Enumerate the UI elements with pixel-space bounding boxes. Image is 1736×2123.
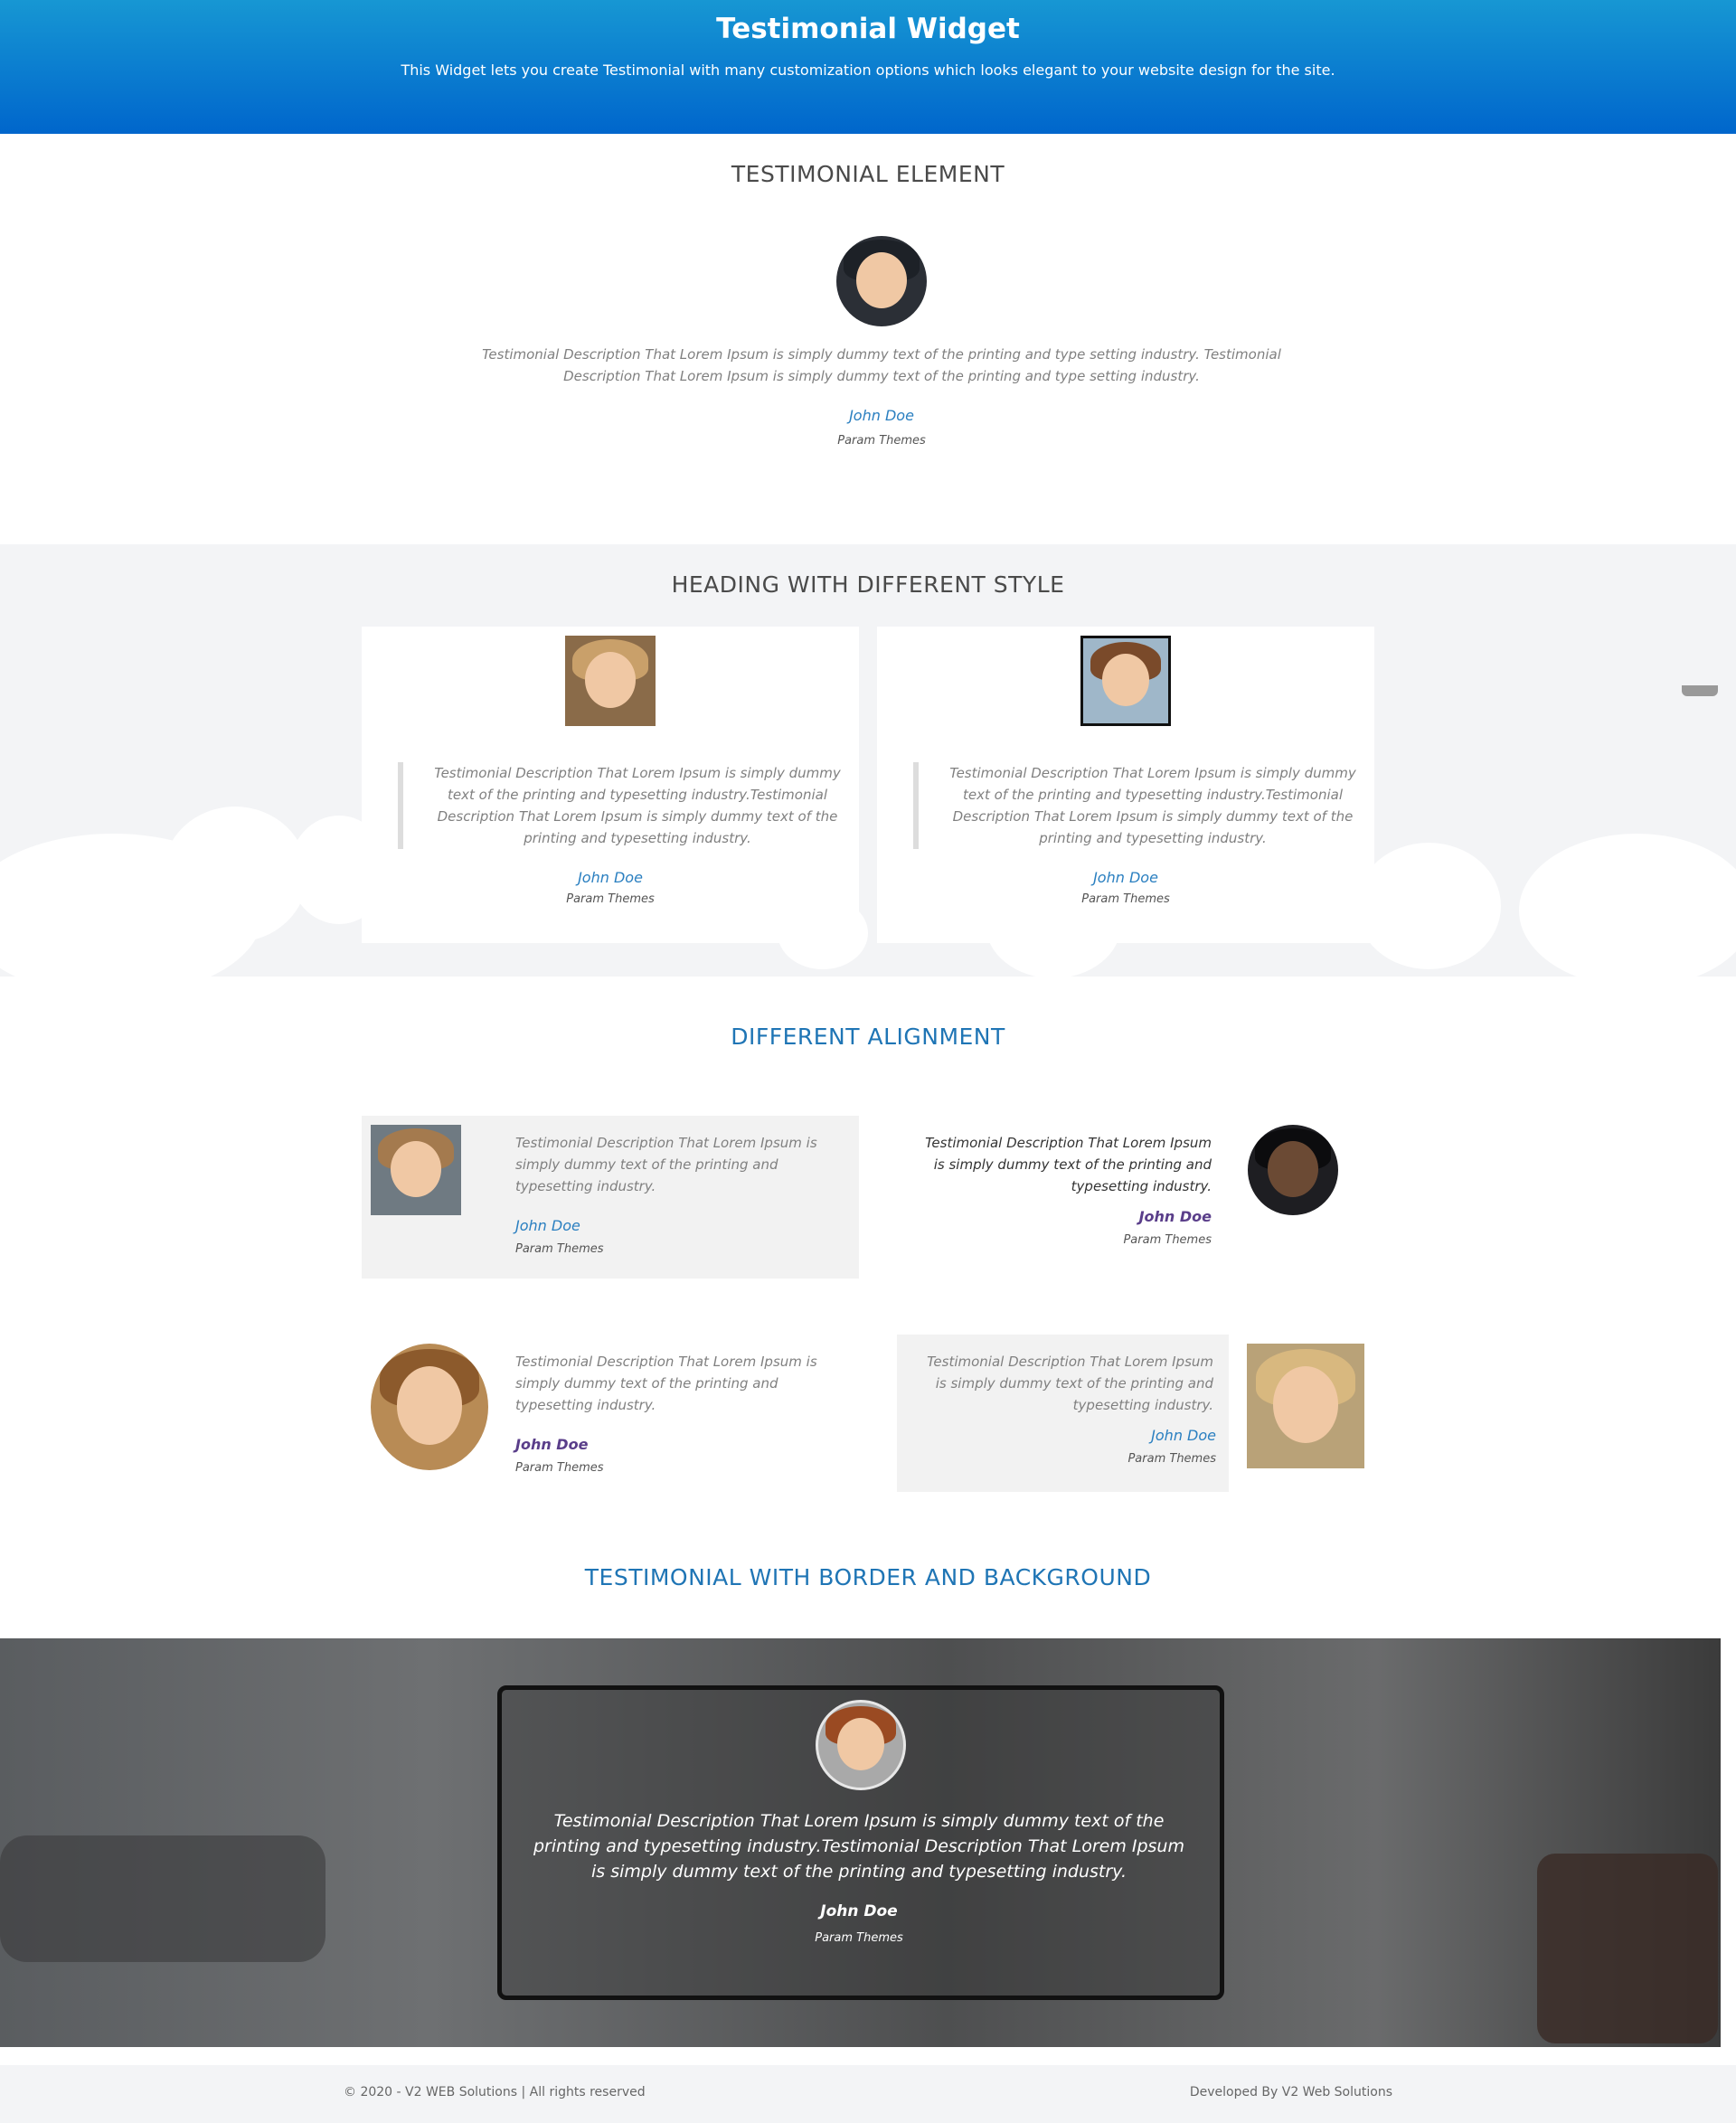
testimonial-company: Param Themes — [566, 892, 655, 906]
testimonial-card: Testimonial Description That Lorem Ipsum… — [362, 627, 859, 943]
testimonial-description: Testimonial Description That Lorem Ipsum… — [515, 1354, 817, 1413]
section-title-testimonial-element: TESTIMONIAL ELEMENT — [731, 161, 1005, 187]
background-cup-shape — [1537, 1854, 1718, 2043]
section-title-heading-style: HEADING WITH DIFFERENT STYLE — [671, 571, 1065, 598]
testimonial-description: Testimonial Description That Lorem Ipsum… — [434, 765, 841, 846]
page-footer: © 2020 - V2 WEB Solutions | All rights r… — [0, 2065, 1736, 2123]
testimonial-description: Testimonial Description That Lorem Ipsum… — [533, 1811, 1184, 1882]
quote-border — [913, 762, 919, 849]
testimonial-name: John Doe — [515, 1217, 580, 1234]
section-background — [0, 544, 1736, 996]
testimonial-item: Testimonial Description That Lorem Ipsum… — [897, 1335, 1229, 1492]
testimonial-name: John Doe — [578, 869, 643, 886]
testimonial-avatar — [1080, 636, 1171, 726]
testimonial-company: Param Themes — [815, 1931, 903, 1945]
footer-developer-credit[interactable]: Developed By V2 Web Solutions — [1190, 2085, 1392, 2099]
footer-copyright: © 2020 - V2 WEB Solutions | All rights r… — [344, 2085, 646, 2099]
testimonial-description: Testimonial Description That Lorem Ipsum… — [515, 1135, 817, 1194]
testimonial-company: Param Themes — [1127, 1452, 1216, 1466]
testimonial-name: John Doe — [820, 1902, 898, 1920]
testimonial-avatar — [1247, 1344, 1364, 1468]
testimonial-avatar — [836, 236, 927, 326]
testimonial-item: Testimonial Description That Lorem Ipsum… — [362, 1335, 859, 1497]
testimonial-name: John Doe — [515, 1436, 589, 1453]
background-keyboard-shape — [0, 1835, 326, 1962]
testimonial-avatar — [565, 636, 656, 726]
testimonial-avatar — [1248, 1125, 1338, 1215]
section-title-border-background: TESTIMONIAL WITH BORDER AND BACKGROUND — [584, 1564, 1152, 1590]
testimonial-company: Param Themes — [515, 1461, 604, 1475]
testimonial-company: Param Themes — [1123, 1233, 1212, 1247]
testimonial-company: Param Themes — [837, 434, 926, 448]
testimonial-avatar — [816, 1700, 906, 1790]
testimonial-name: John Doe — [849, 407, 914, 424]
page-header: Testimonial Widget This Widget lets you … — [0, 0, 1736, 134]
testimonial-description: Testimonial Description That Lorem Ipsum… — [927, 1354, 1213, 1413]
testimonial-item: Testimonial Description That Lorem Ipsum… — [362, 1116, 859, 1279]
testimonial-company: Param Themes — [515, 1242, 604, 1256]
quote-border — [398, 762, 403, 849]
section-title-different-alignment: DIFFERENT ALIGNMENT — [731, 1024, 1005, 1050]
testimonial-name: John Doe — [1093, 869, 1158, 886]
testimonial-description: Testimonial Description That Lorem Ipsum… — [949, 765, 1356, 846]
testimonial-name: John Doe — [1138, 1208, 1212, 1225]
page-subtitle: This Widget lets you create Testimonial … — [401, 61, 1335, 79]
testimonial-description: Testimonial Description That Lorem Ipsum… — [925, 1135, 1212, 1194]
page-title: Testimonial Widget — [716, 13, 1020, 45]
scroll-to-top-tab[interactable] — [1682, 685, 1718, 696]
testimonial-company: Param Themes — [1081, 892, 1170, 906]
testimonial-avatar — [371, 1125, 461, 1215]
testimonial-item: Testimonial Description That Lorem Ipsum… — [895, 1116, 1374, 1279]
testimonial-name: John Doe — [1151, 1427, 1216, 1444]
testimonial-avatar — [371, 1344, 488, 1470]
testimonial-description: Testimonial Description That Lorem Ipsum… — [482, 346, 1281, 384]
testimonial-card: Testimonial Description That Lorem Ipsum… — [877, 627, 1374, 943]
